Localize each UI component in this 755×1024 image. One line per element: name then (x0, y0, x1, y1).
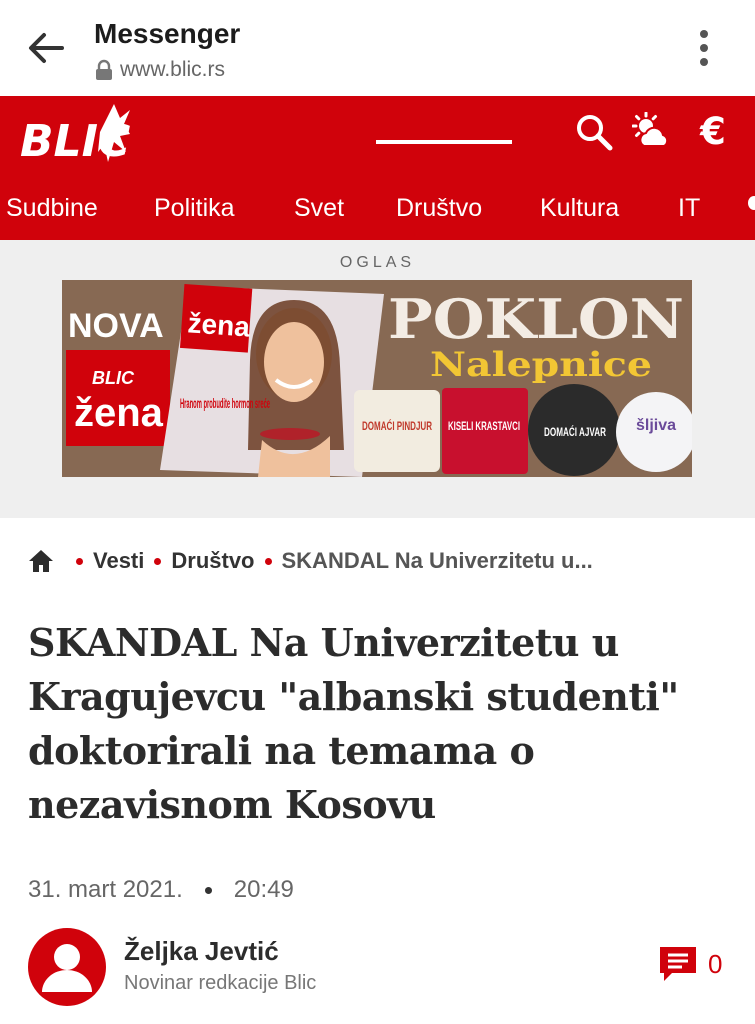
url-display[interactable]: www.blic.rs (94, 58, 225, 82)
ad-nalepnice-text: Nalepnice (430, 345, 652, 385)
breadcrumb-separator (76, 557, 83, 565)
comment-count: 0 (708, 948, 723, 979)
ad-jar2-label: KISELI KRASTAVCI (448, 419, 520, 433)
breadcrumb: Vesti Društvo SKANDAL Na Univerzitetu u.… (28, 548, 593, 574)
breadcrumb-separator (154, 557, 162, 565)
nav-item-svet[interactable]: Svet (294, 194, 344, 223)
comments-button[interactable]: 0 (658, 945, 722, 983)
ad-poklon-text: POKLON (388, 287, 684, 351)
ad-nova-text: NOVA (68, 307, 164, 345)
ad-jar3-label: DOMAĆI AJVAR (544, 424, 606, 439)
active-tab-indicator (376, 140, 512, 144)
article-headline: SKANDAL Na Univerzitetu u Kragujevcu "al… (28, 620, 679, 827)
browser-toolbar: Messenger www.blic.rs (0, 0, 755, 96)
weather-icon[interactable] (632, 112, 672, 152)
article-time: 20:49 (233, 876, 294, 903)
breadcrumb-current: SKANDAL Na Univerzitetu u... (281, 548, 593, 573)
home-icon[interactable] (28, 549, 54, 573)
logo-text: BLIC (20, 116, 130, 167)
ad-jar4-label: šljiva (636, 417, 676, 434)
nav-item-it[interactable]: IT (678, 194, 700, 223)
ad-zone: OGLAS NOVA BLIC žena žena Hranom probudi… (0, 240, 755, 518)
ad-label: OGLAS (339, 254, 416, 271)
breadcrumb-drustvo[interactable]: Društvo (171, 548, 254, 574)
blic-logo[interactable]: BLIC (18, 102, 130, 168)
back-arrow-icon[interactable] (22, 24, 70, 72)
author-name[interactable]: Željka Jevtić (124, 936, 279, 967)
ad-artwork: NOVA BLIC žena žena Hranom probudite hor… (62, 280, 692, 477)
article-date: 31. mart 2021. (28, 876, 183, 903)
section-nav: Sudbine Politika Svet Društvo Kultura IT (0, 192, 755, 240)
more-options-icon[interactable] (688, 26, 720, 70)
nav-item-sudbine[interactable]: Sudbine (6, 194, 98, 223)
ad-cover-zena: žena (187, 307, 252, 342)
ad-jar1-label: DOMAĆI PINDJUR (362, 418, 432, 433)
ad-zena-text: žena (74, 391, 164, 435)
meta-separator (204, 886, 212, 894)
currency-euro-icon[interactable]: € (693, 112, 733, 152)
ad-blic-text: BLIC (92, 368, 135, 388)
author-avatar-icon[interactable] (28, 928, 106, 1006)
nav-item-kultura[interactable]: Kultura (540, 194, 619, 223)
search-icon[interactable] (574, 112, 614, 152)
author-role: Novinar redkacije Blic (124, 972, 317, 994)
lock-icon (96, 59, 112, 80)
browser-app-title: Messenger (94, 18, 241, 49)
breadcrumb-separator (264, 557, 272, 565)
comment-icon (660, 947, 696, 981)
site-header: BLIC € Sudbine Politika Svet Društvo Kul… (0, 96, 755, 240)
nav-item-politika[interactable]: Politika (154, 194, 235, 223)
nav-item-drustvo[interactable]: Društvo (396, 194, 482, 223)
breadcrumb-vesti[interactable]: Vesti (93, 548, 144, 574)
article-meta: 31. mart 2021. 20:49 (28, 876, 294, 904)
ad-banner[interactable]: NOVA BLIC žena žena Hranom probudite hor… (62, 280, 692, 477)
url-text: www.blic.rs (120, 58, 226, 81)
nav-overflow-indicator (748, 196, 755, 210)
ad-cover-line: Hranom probudite hormon sreće (180, 395, 270, 411)
